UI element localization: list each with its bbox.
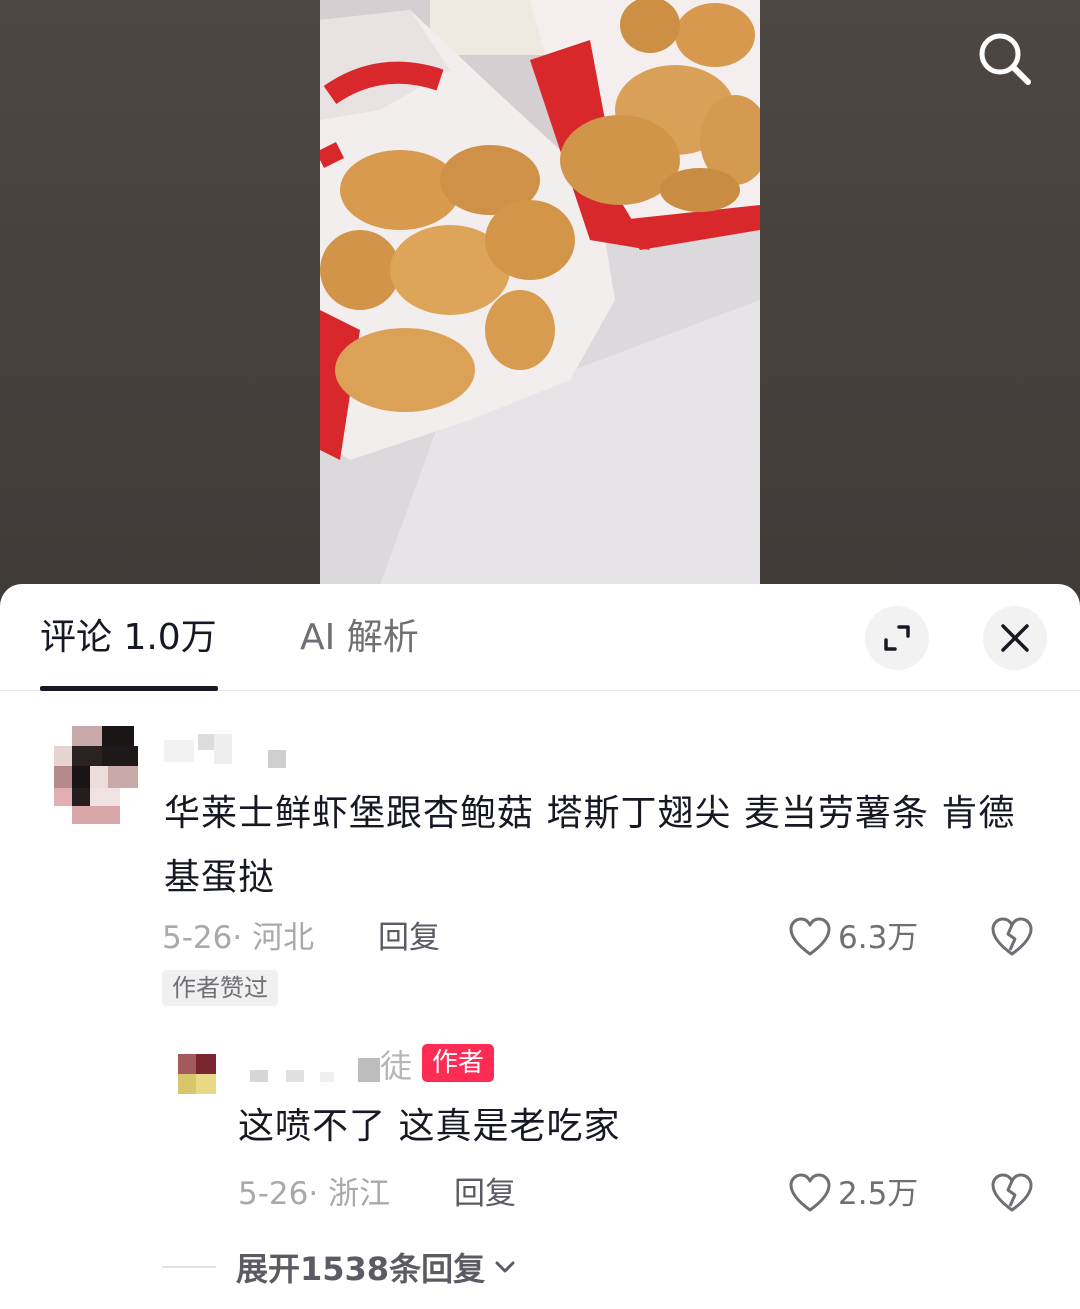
heart-icon xyxy=(789,917,831,956)
comment-like-count: 6.3万 xyxy=(838,920,919,956)
reply-like-button[interactable]: 2.5万 xyxy=(788,1172,918,1216)
comment-reply-button[interactable]: 回复 xyxy=(378,918,440,958)
reply-author-name[interactable]: 徒 xyxy=(246,1044,416,1088)
broken-heart-icon xyxy=(991,1173,1033,1212)
pixelated-avatar xyxy=(178,1054,216,1094)
food-photo xyxy=(320,0,760,585)
comments-sheet: 评论 1.0万 AI 解析 华莱士鲜虾堡跟杏鲍菇 塔斯丁翅尖 麦当劳薯条 肯德基… xyxy=(0,584,1080,1309)
tab-comments[interactable]: 评论 1.0万 xyxy=(40,614,217,662)
expand-replies-button[interactable]: 展开1538条回复 xyxy=(162,1244,519,1290)
reply-author-avatar[interactable] xyxy=(178,1054,216,1094)
expand-button[interactable] xyxy=(865,606,929,670)
search-icon xyxy=(979,33,1031,85)
commenter-username-blurred[interactable] xyxy=(164,734,314,770)
author-badge: 作者 xyxy=(422,1044,495,1082)
heart-icon xyxy=(789,1173,831,1212)
author-liked-badge: 作者赞过 xyxy=(162,970,278,1006)
reply-text: 这喷不了 这真是老吃家 xyxy=(238,1106,621,1147)
expand-divider xyxy=(162,1266,216,1268)
pixelated-avatar xyxy=(54,726,138,824)
active-tab-indicator xyxy=(40,686,218,691)
comment-text: 华莱士鲜虾堡跟杏鲍菇 塔斯丁翅尖 麦当劳薯条 肯德基蛋挞 xyxy=(164,793,1016,898)
expand-replies-label: 展开1538条回复 xyxy=(236,1250,486,1288)
comments-tab-bar: 评论 1.0万 AI 解析 xyxy=(0,584,1080,691)
expand-icon xyxy=(884,625,910,651)
comment-like-button[interactable]: 6.3万 xyxy=(788,916,918,960)
tab-ai-analysis[interactable]: AI 解析 xyxy=(300,614,419,662)
search-button[interactable] xyxy=(972,26,1036,90)
close-icon xyxy=(1001,624,1029,652)
reply-dislike-button[interactable] xyxy=(990,1172,1034,1216)
reply-like-count: 2.5万 xyxy=(838,1176,919,1212)
close-button[interactable] xyxy=(983,606,1047,670)
broken-heart-icon xyxy=(991,917,1033,956)
commenter-avatar[interactable] xyxy=(54,726,138,824)
video-player[interactable] xyxy=(0,0,1080,610)
comment-dislike-button[interactable] xyxy=(990,916,1034,960)
reply-reply-button[interactable]: 回复 xyxy=(454,1174,516,1214)
video-frame xyxy=(320,0,760,585)
reply-date-location: 5-26· 浙江 xyxy=(238,1176,391,1212)
reply-author-name-text: 徒 xyxy=(380,1047,413,1085)
chevron-down-icon xyxy=(495,1261,515,1273)
comment-date-location: 5-26· 河北 xyxy=(162,920,315,956)
